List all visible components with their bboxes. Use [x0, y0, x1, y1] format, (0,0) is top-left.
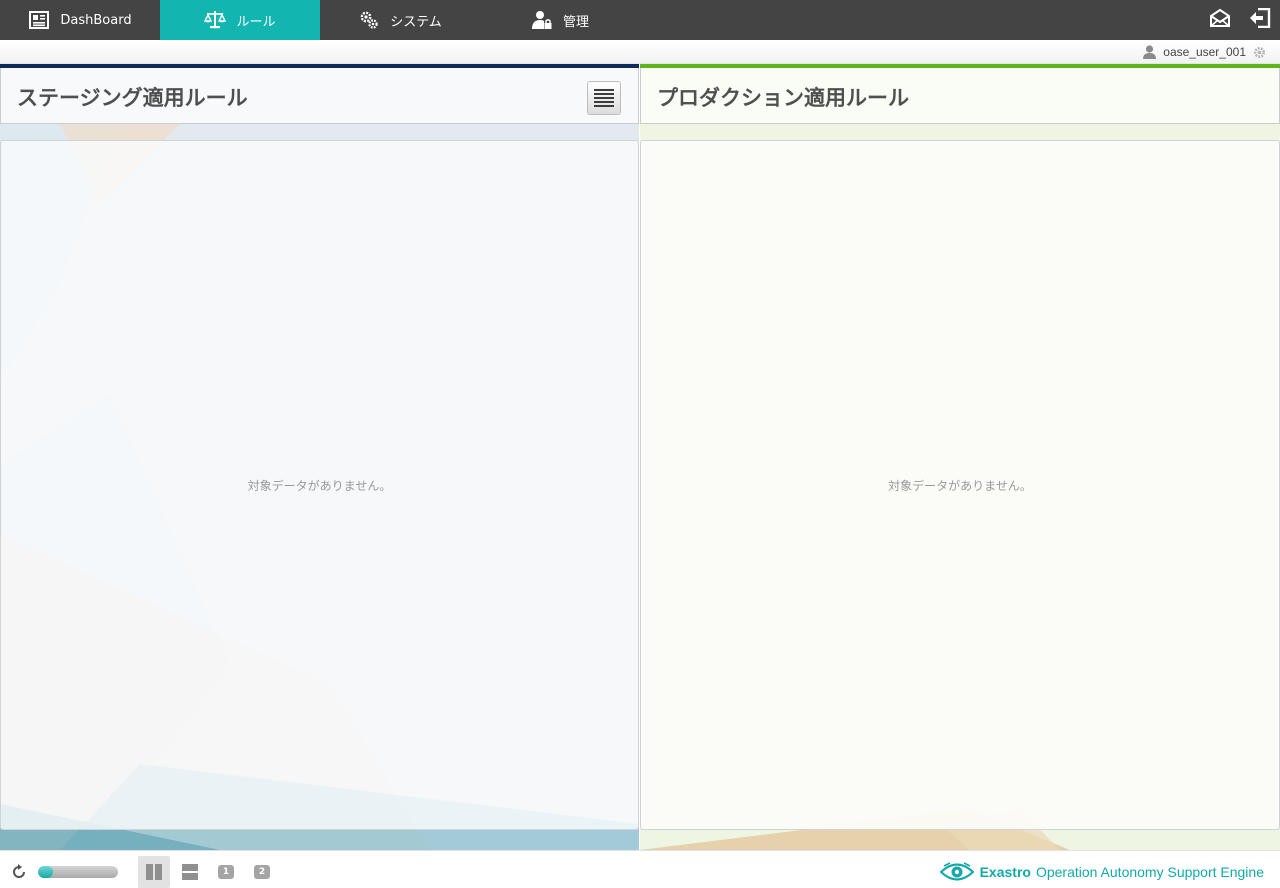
- staging-panel-header: ステージング適用ルール: [0, 68, 639, 124]
- two-column-icon: [146, 864, 162, 880]
- pane-1-button[interactable]: 1: [218, 865, 234, 879]
- reload-button[interactable]: [10, 863, 28, 881]
- two-row-icon: [182, 864, 198, 880]
- tab-rule[interactable]: ルール: [160, 0, 320, 40]
- tab-rule-label: ルール: [236, 14, 276, 30]
- tab-dashboard-label: DashBoard: [60, 12, 132, 28]
- user-icon: [1143, 45, 1157, 59]
- tab-system-label: システム: [390, 14, 442, 30]
- mail-icon: [1209, 8, 1231, 32]
- layout-two-column-button[interactable]: [138, 856, 170, 888]
- top-nav: DashBoard ルール システム 管理: [0, 0, 1280, 40]
- logout-icon: [1249, 7, 1271, 32]
- user-name: oase_user_001: [1163, 45, 1246, 59]
- staging-rule-list: 対象データがありません。: [0, 140, 639, 830]
- list-icon: [594, 89, 614, 107]
- footer: 1 2 Exastro Operation Autonomy Support E…: [0, 850, 1280, 888]
- user-lock-icon: [531, 9, 553, 31]
- pane-2-button[interactable]: 2: [254, 865, 270, 879]
- user-bar: oase_user_001: [0, 40, 1280, 64]
- staging-panel-title: ステージング適用ルール: [17, 86, 248, 110]
- layout-two-row-button[interactable]: [174, 856, 206, 888]
- production-panel-header: プロダクション適用ルール: [640, 68, 1280, 124]
- refresh-progress-fill: [38, 866, 53, 878]
- production-rule-list: 対象データがありません。: [640, 140, 1280, 830]
- tab-admin[interactable]: 管理: [480, 0, 640, 40]
- tab-admin-label: 管理: [562, 14, 589, 30]
- nav-tools: [1200, 0, 1280, 40]
- tab-system[interactable]: システム: [320, 0, 480, 40]
- gears-icon: [358, 9, 380, 31]
- reload-icon: [13, 864, 25, 878]
- brand-name: Exastro: [979, 864, 1031, 880]
- brand-tagline: Operation Autonomy Support Engine: [1035, 864, 1264, 880]
- staging-empty-message: 対象データがありません。: [247, 479, 392, 493]
- brand: Exastro Operation Autonomy Support Engin…: [939, 859, 1264, 885]
- user-info: oase_user_001: [1143, 40, 1266, 64]
- production-empty-message: 対象データがありません。: [888, 479, 1032, 493]
- staging-menu-button[interactable]: [587, 81, 621, 115]
- exastro-eye-logo-icon: [939, 861, 974, 883]
- dashboard-icon: [28, 9, 50, 31]
- settings-gear-icon[interactable]: [1253, 46, 1266, 59]
- refresh-progress-bar: [38, 866, 118, 878]
- scale-icon: [204, 9, 227, 31]
- mail-button[interactable]: [1200, 0, 1240, 40]
- tab-dashboard[interactable]: DashBoard: [0, 0, 160, 40]
- staging-panel: ステージング適用ルール 対象データがありません。: [0, 64, 639, 850]
- production-panel-title: プロダクション適用ルール: [657, 86, 909, 110]
- production-panel: プロダクション適用ルール 対象データがありません。: [640, 64, 1280, 850]
- logout-button[interactable]: [1240, 0, 1280, 40]
